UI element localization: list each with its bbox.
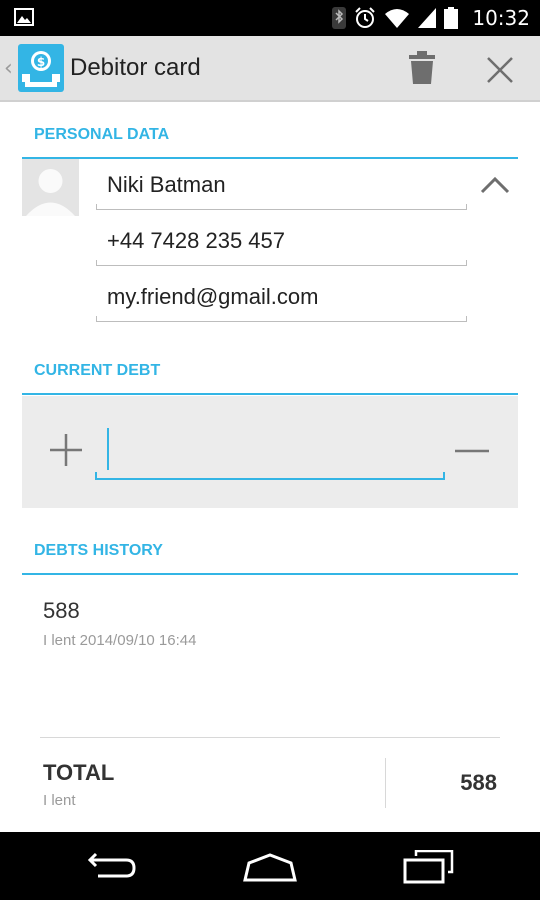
email-field-underline xyxy=(96,316,467,322)
phone-value: +44 7428 235 457 xyxy=(107,228,286,253)
alarm-icon xyxy=(355,7,376,28)
battery-icon xyxy=(444,7,459,29)
navigation-bar xyxy=(0,832,540,900)
signal-icon xyxy=(418,8,437,28)
plus-icon[interactable] xyxy=(48,432,84,468)
total-value: 588 xyxy=(460,770,497,795)
app-icon[interactable]: $ xyxy=(18,44,64,92)
avatar-icon xyxy=(22,159,79,216)
wifi-icon xyxy=(385,9,410,28)
total-label: TOTAL xyxy=(43,760,115,785)
section-header-debts-history: DEBTS HISTORY xyxy=(22,542,518,575)
text-cursor xyxy=(107,428,109,470)
debt-input-underline xyxy=(95,472,445,480)
chevron-up-icon[interactable] xyxy=(478,172,512,196)
section-title-personal-data: PERSONAL DATA xyxy=(34,126,170,143)
name-field-underline xyxy=(96,204,467,210)
page-title: Debitor card xyxy=(70,54,201,81)
section-header-current-debt: CURRENT DEBT xyxy=(22,362,518,395)
list-item[interactable]: 588 I lent 2014/09/10 16:44 xyxy=(43,598,493,649)
current-debt-panel xyxy=(22,396,518,508)
svg-text:$: $ xyxy=(37,55,45,69)
section-header-personal-data: PERSONAL DATA xyxy=(22,126,518,159)
email-value: my.friend@gmail.com xyxy=(107,284,319,309)
image-icon xyxy=(14,8,34,26)
avatar[interactable] xyxy=(22,159,79,216)
section-title-current-debt: CURRENT DEBT xyxy=(34,362,161,379)
status-time: 10:32 xyxy=(472,6,530,30)
minus-icon[interactable] xyxy=(454,448,490,454)
recents-icon[interactable] xyxy=(402,850,454,884)
action-bar: ‹ $ Debitor card xyxy=(0,36,540,102)
back-icon[interactable] xyxy=(86,852,138,882)
phone-field[interactable]: +44 7428 235 457 xyxy=(96,214,467,266)
trash-icon[interactable] xyxy=(406,50,438,86)
home-icon[interactable] xyxy=(242,852,298,882)
name-field[interactable]: Niki Batman xyxy=(96,158,467,210)
email-field[interactable]: my.friend@gmail.com xyxy=(96,270,467,322)
total-divider xyxy=(40,737,500,738)
up-chevron-icon[interactable]: ‹ xyxy=(4,56,13,81)
total-sublabel: I lent xyxy=(43,792,76,809)
history-detail: I lent 2014/09/10 16:44 xyxy=(43,632,197,649)
total-separator xyxy=(385,758,386,808)
close-icon[interactable] xyxy=(482,52,518,88)
bluetooth-icon xyxy=(332,7,347,29)
section-title-debts-history: DEBTS HISTORY xyxy=(34,542,163,559)
status-bar: 10:32 xyxy=(0,0,540,36)
history-amount: 588 xyxy=(43,598,80,623)
phone-field-underline xyxy=(96,260,467,266)
debt-amount-input[interactable] xyxy=(95,426,445,480)
name-value: Niki Batman xyxy=(107,172,226,197)
